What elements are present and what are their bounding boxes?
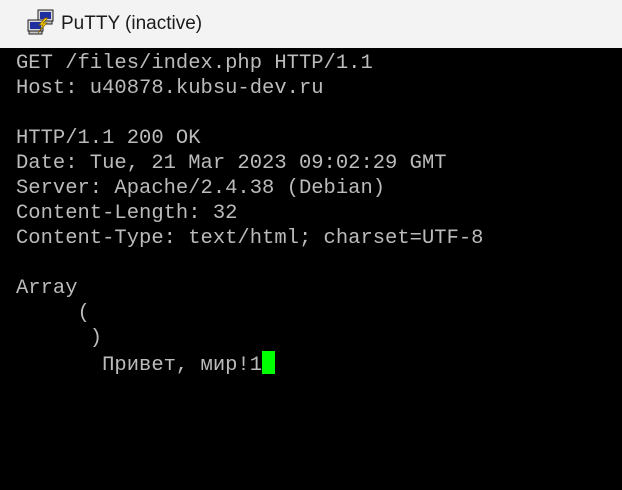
putty-icon [26,9,56,37]
terminal-line-array: Array [16,277,78,300]
terminal-line-date: Date: Tue, 21 Mar 2023 09:02:29 GMT [16,152,447,175]
terminal-output[interactable]: GET /files/index.php HTTP/1.1 Host: u408… [14,48,622,490]
terminal-line-server: Server: Apache/2.4.38 (Debian) [16,177,386,200]
window-title: PuTTY (inactive) [61,13,203,34]
terminal-line-greeting: Привет, мир!1 [16,351,276,377]
terminal-cursor [262,351,276,374]
terminal-line-content-length: Content-Length: 32 [16,202,238,225]
title-bar[interactable]: PuTTY (inactive) [0,0,622,48]
terminal-greeting-text: Привет, мир!1 [16,354,263,377]
terminal-line-open-paren: ( [16,302,90,325]
putty-window: PuTTY (inactive) GET /files/index.php HT… [0,0,622,490]
terminal-line-close-paren: ) [16,327,103,350]
terminal-line-host: Host: u40878.kubsu-dev.ru [16,77,324,100]
terminal-line-request: GET /files/index.php HTTP/1.1 [16,52,373,75]
terminal-line-status: HTTP/1.1 200 OK [16,127,201,150]
terminal-line-content-type: Content-Type: text/html; charset=UTF-8 [16,227,484,250]
